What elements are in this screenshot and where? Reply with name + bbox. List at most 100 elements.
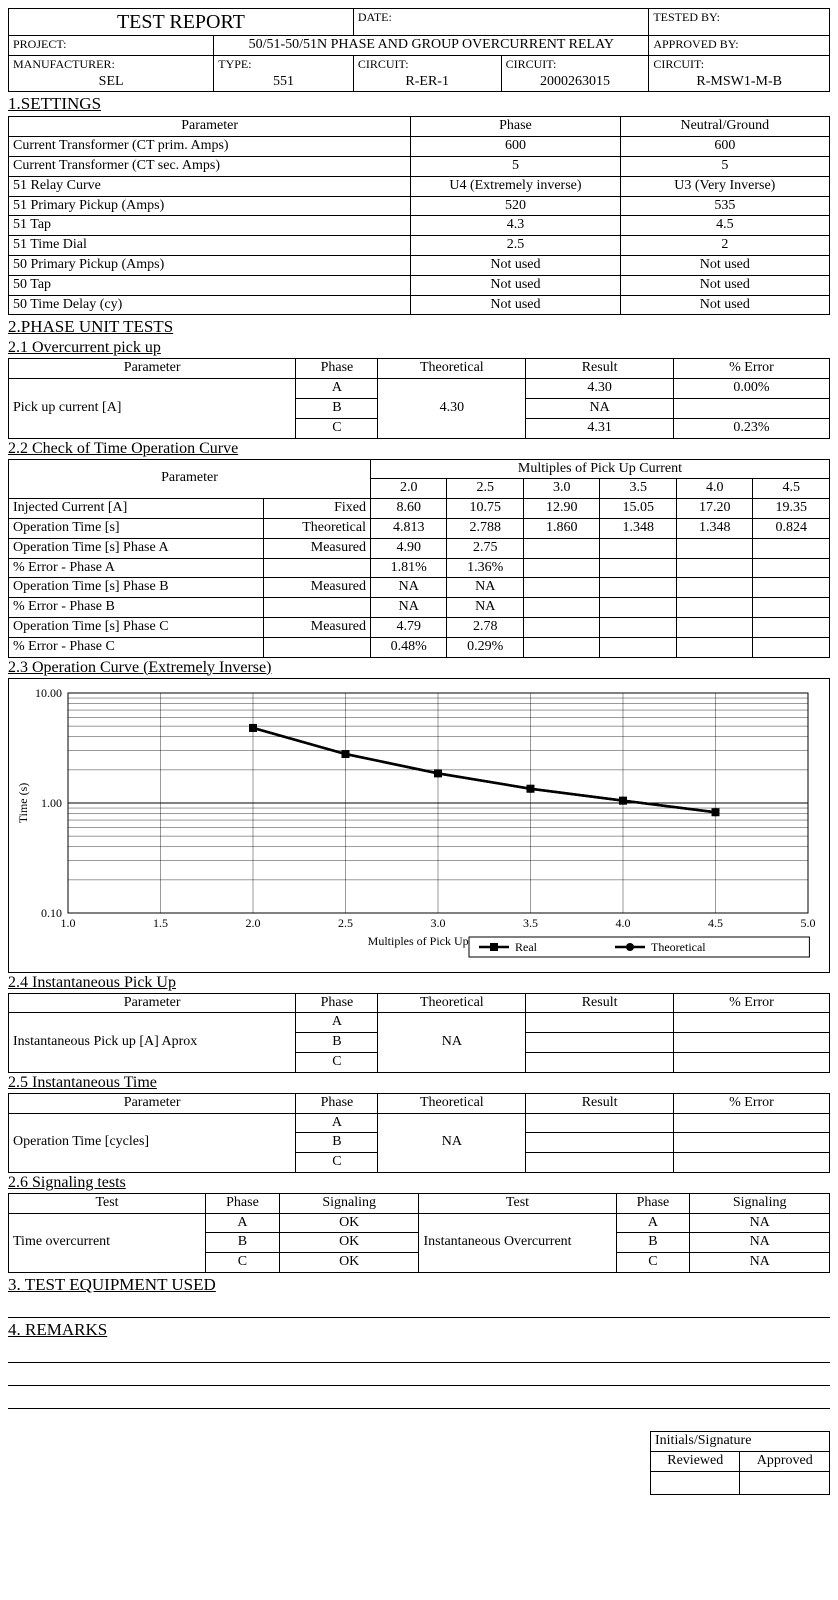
blank-line bbox=[8, 1392, 830, 1409]
result bbox=[526, 1052, 674, 1072]
sig-approved: Approved bbox=[740, 1451, 830, 1471]
blank-line bbox=[8, 1301, 830, 1318]
phase: A bbox=[616, 1213, 690, 1233]
svg-text:2.5: 2.5 bbox=[338, 916, 353, 930]
phase: C bbox=[296, 1052, 378, 1072]
param: Pick up current [A] bbox=[9, 379, 296, 438]
cell bbox=[753, 637, 830, 657]
cell: 1.81% bbox=[370, 558, 447, 578]
cell: 2.5 bbox=[411, 236, 620, 256]
cell: 4.5 bbox=[620, 216, 829, 236]
signaling-table: TestPhaseSignalingTestPhaseSignalingTime… bbox=[8, 1193, 830, 1273]
cell bbox=[676, 578, 753, 598]
mult: 2.5 bbox=[447, 479, 524, 499]
pickup-table: ParameterPhaseTheoreticalResult% ErrorPi… bbox=[8, 358, 830, 438]
cell: 51 Tap bbox=[9, 216, 411, 236]
section-25-title: 2.5 Instantaneous Time bbox=[8, 1074, 830, 1092]
section-26-title: 2.6 Signaling tests bbox=[8, 1174, 830, 1192]
phase: A bbox=[206, 1213, 280, 1233]
cell: 5 bbox=[411, 156, 620, 176]
section-3-title: 3. TEST EQUIPMENT USED bbox=[8, 1275, 830, 1295]
phase: C bbox=[206, 1253, 280, 1273]
inst-time-table: ParameterPhaseTheoreticalResult% ErrorOp… bbox=[8, 1093, 830, 1173]
svg-text:3.0: 3.0 bbox=[431, 916, 446, 930]
cell: 4.90 bbox=[370, 538, 447, 558]
cell bbox=[676, 598, 753, 618]
phase: B bbox=[296, 398, 378, 418]
cell: 0.29% bbox=[447, 637, 524, 657]
header-table: TEST REPORT DATE: TESTED BY: PROJECT: 50… bbox=[8, 8, 830, 92]
param: % Error - Phase C bbox=[9, 637, 264, 657]
param: Operation Time [s] Phase C bbox=[9, 617, 264, 637]
sig: OK bbox=[279, 1213, 419, 1233]
project-label: PROJECT: bbox=[13, 37, 66, 51]
phase: B bbox=[296, 1133, 378, 1153]
svg-text:4.5: 4.5 bbox=[708, 916, 723, 930]
type: Measured bbox=[264, 538, 371, 558]
mult: 4.0 bbox=[676, 479, 753, 499]
err bbox=[673, 1113, 829, 1133]
cell bbox=[753, 598, 830, 618]
svg-text:Theoretical: Theoretical bbox=[651, 940, 706, 954]
err bbox=[673, 1153, 829, 1173]
type: Fixed bbox=[264, 499, 371, 519]
param: Injected Current [A] bbox=[9, 499, 264, 519]
sig: NA bbox=[690, 1233, 830, 1253]
cell: Not used bbox=[620, 295, 829, 315]
cell bbox=[523, 558, 600, 578]
circ3-label: CIRCUIT: bbox=[653, 57, 704, 71]
cell bbox=[600, 637, 677, 657]
report-title: TEST REPORT bbox=[9, 9, 354, 36]
phase: C bbox=[296, 1153, 378, 1173]
cell: 19.35 bbox=[753, 499, 830, 519]
section-22-title: 2.2 Check of Time Operation Curve bbox=[8, 440, 830, 458]
col-hdr: Phase bbox=[296, 993, 378, 1013]
cell: 4.79 bbox=[370, 617, 447, 637]
section-23-title: 2.3 Operation Curve (Extremely Inverse) bbox=[8, 659, 830, 677]
col-hdr: % Error bbox=[673, 1093, 829, 1113]
cell bbox=[600, 558, 677, 578]
cell bbox=[676, 637, 753, 657]
cell: 50 Time Delay (cy) bbox=[9, 295, 411, 315]
cell: 17.20 bbox=[676, 499, 753, 519]
theo: NA bbox=[378, 1113, 526, 1172]
col-hdr: Parameter bbox=[9, 117, 411, 137]
cell: Current Transformer (CT sec. Amps) bbox=[9, 156, 411, 176]
err: 0.00% bbox=[673, 379, 829, 399]
col-hdr: Theoretical bbox=[378, 359, 526, 379]
cell: 8.60 bbox=[370, 499, 447, 519]
cell bbox=[523, 578, 600, 598]
col-hdr: Parameter bbox=[9, 359, 296, 379]
svg-text:Real: Real bbox=[515, 940, 538, 954]
cell: 2.78 bbox=[447, 617, 524, 637]
col-hdr: % Error bbox=[673, 359, 829, 379]
cell: 2.75 bbox=[447, 538, 524, 558]
svg-text:1.5: 1.5 bbox=[153, 916, 168, 930]
sig-title: Initials/Signature bbox=[651, 1432, 830, 1452]
type: Measured bbox=[264, 578, 371, 598]
section-24-title: 2.4 Instantaneous Pick Up bbox=[8, 974, 830, 992]
cell bbox=[753, 578, 830, 598]
svg-text:4.0: 4.0 bbox=[616, 916, 631, 930]
circ3-value: R-MSW1-M-B bbox=[653, 74, 825, 91]
cell: Not used bbox=[411, 275, 620, 295]
cell: 520 bbox=[411, 196, 620, 216]
cell: Not used bbox=[411, 295, 620, 315]
cell: 1.348 bbox=[600, 518, 677, 538]
cell: 50 Primary Pickup (Amps) bbox=[9, 255, 411, 275]
cell: U3 (Very Inverse) bbox=[620, 176, 829, 196]
svg-text:1.00: 1.00 bbox=[41, 796, 62, 810]
cell: 4.3 bbox=[411, 216, 620, 236]
cell: 4.813 bbox=[370, 518, 447, 538]
cell: 10.75 bbox=[447, 499, 524, 519]
cell bbox=[523, 637, 600, 657]
phase: C bbox=[296, 418, 378, 438]
col-hdr: Test bbox=[9, 1193, 206, 1213]
settings-table: ParameterPhaseNeutral/GroundCurrent Tran… bbox=[8, 116, 830, 315]
section-2-title: 2.PHASE UNIT TESTS bbox=[8, 317, 830, 337]
theo: 4.30 bbox=[378, 379, 526, 438]
cell: Current Transformer (CT prim. Amps) bbox=[9, 137, 411, 157]
col-hdr: Parameter bbox=[9, 1093, 296, 1113]
col-hdr: Result bbox=[526, 1093, 674, 1113]
type-label: TYPE: bbox=[218, 57, 251, 71]
